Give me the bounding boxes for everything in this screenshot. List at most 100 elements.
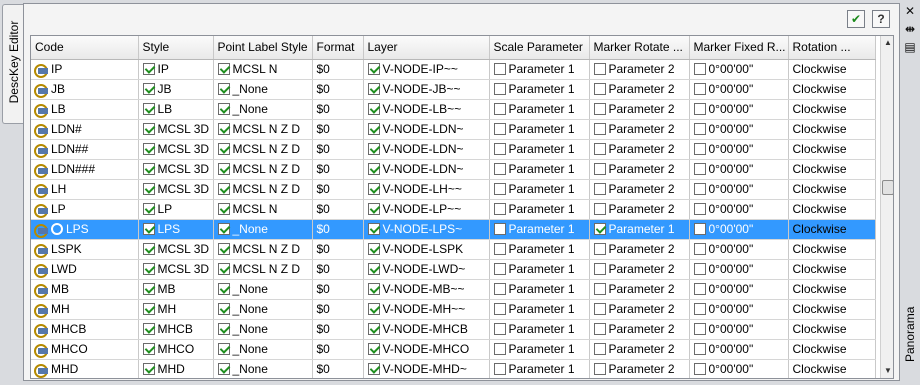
marker-fixed-rotation-cell[interactable]: 0°00'00" (689, 219, 789, 240)
format-cell[interactable]: $0 (312, 279, 364, 300)
checkbox[interactable] (693, 123, 706, 135)
marker-rotate-cell[interactable]: Parameter 2 (589, 139, 690, 160)
rotation-direction-cell[interactable]: Clockwise (788, 279, 876, 300)
checkbox[interactable] (367, 163, 380, 175)
layer-cell[interactable]: V-NODE-IP~~ (363, 59, 490, 80)
format-cell[interactable]: $0 (312, 119, 364, 140)
properties-icon[interactable]: ▤ (902, 40, 918, 54)
format-cell[interactable]: $0 (312, 199, 364, 220)
scale-parameter-cell[interactable]: Parameter 1 (489, 259, 590, 280)
checkbox[interactable] (217, 83, 230, 95)
table-row[interactable]: LP LP MCSL N $0 V-NODE-LP~~ Parameter 1 Parame… (31, 199, 876, 220)
checkbox[interactable] (493, 63, 506, 75)
checkbox[interactable] (142, 203, 155, 215)
scale-parameter-cell[interactable]: Parameter 1 (489, 79, 590, 100)
checkbox[interactable] (217, 223, 230, 235)
style-cell[interactable]: LP (138, 199, 214, 220)
marker-rotate-cell[interactable]: Parameter 2 (589, 79, 690, 100)
style-cell[interactable]: MCSL 3D (138, 119, 214, 140)
layer-cell[interactable]: V-NODE-LDN~ (363, 139, 490, 160)
close-icon[interactable]: ✕ (902, 4, 918, 18)
table-row[interactable]: LDN### MCSL 3D MCSL N Z D $0 V-NODE-LDN~ Para… (31, 159, 876, 180)
checkbox[interactable] (493, 343, 506, 355)
table-row[interactable]: JB JB _None $0 V-NODE-JB~~ Parameter 1 Paramet… (31, 79, 876, 100)
checkbox[interactable] (142, 163, 155, 175)
checkbox[interactable] (593, 223, 606, 235)
table-row[interactable]: MHD MHD _None $0 V-NODE-MHD~ Parameter 1 Param… (31, 359, 876, 378)
checkbox[interactable] (367, 303, 380, 315)
checkbox[interactable] (142, 183, 155, 195)
code-cell[interactable]: LP (31, 199, 139, 220)
checkbox[interactable] (142, 243, 155, 255)
table-row[interactable]: LH MCSL 3D MCSL N Z D $0 V-NODE-LH~~ Paramete… (31, 179, 876, 200)
checkbox[interactable] (593, 203, 606, 215)
format-cell[interactable]: $0 (312, 179, 364, 200)
scroll-up-icon[interactable]: ▲ (881, 36, 893, 50)
layer-cell[interactable]: V-NODE-MH~~ (363, 299, 490, 320)
checkbox[interactable] (693, 283, 706, 295)
checkbox[interactable] (493, 363, 506, 375)
checkbox[interactable] (593, 363, 606, 375)
scale-parameter-cell[interactable]: Parameter 1 (489, 219, 590, 240)
auto-hide-icon[interactable]: ⇹ (902, 22, 918, 36)
checkbox[interactable] (593, 243, 606, 255)
checkbox[interactable] (593, 323, 606, 335)
code-cell[interactable]: MHCB (31, 319, 139, 340)
checkbox[interactable] (142, 323, 155, 335)
checkbox[interactable] (217, 203, 230, 215)
format-cell[interactable]: $0 (312, 299, 364, 320)
code-cell[interactable]: LH (31, 179, 139, 200)
checkbox[interactable] (693, 263, 706, 275)
format-cell[interactable]: $0 (312, 239, 364, 260)
format-cell[interactable]: $0 (312, 339, 364, 360)
layer-cell[interactable]: V-NODE-MB~~ (363, 279, 490, 300)
code-cell[interactable]: LB (31, 99, 139, 120)
checkbox[interactable] (593, 83, 606, 95)
checkbox[interactable] (493, 223, 506, 235)
checkbox[interactable] (593, 143, 606, 155)
code-cell[interactable]: MB (31, 279, 139, 300)
point-label-style-cell[interactable]: _None (213, 299, 313, 320)
format-cell[interactable]: $0 (312, 259, 364, 280)
marker-rotate-cell[interactable]: Parameter 2 (589, 239, 690, 260)
marker-rotate-cell[interactable]: Parameter 2 (589, 159, 690, 180)
checkbox[interactable] (217, 123, 230, 135)
style-cell[interactable]: MCSL 3D (138, 159, 214, 180)
checkbox[interactable] (367, 203, 380, 215)
checkbox[interactable] (217, 343, 230, 355)
checkbox[interactable] (693, 183, 706, 195)
checkbox[interactable] (217, 303, 230, 315)
point-label-style-cell[interactable]: MCSL N Z D (213, 159, 313, 180)
table-row[interactable]: LWD MCSL 3D MCSL N Z D $0 V-NODE-LWD~ Paramet… (31, 259, 876, 280)
checkbox[interactable] (217, 283, 230, 295)
checkbox[interactable] (217, 183, 230, 195)
layer-cell[interactable]: V-NODE-MHD~ (363, 359, 490, 378)
checkbox[interactable] (493, 103, 506, 115)
column-header[interactable]: Code (31, 36, 139, 60)
style-cell[interactable]: MHD (138, 359, 214, 378)
point-label-style-cell[interactable]: _None (213, 279, 313, 300)
checkbox[interactable] (142, 143, 155, 155)
rotation-direction-cell[interactable]: Clockwise (788, 99, 876, 120)
checkbox[interactable] (367, 103, 380, 115)
layer-cell[interactable]: V-NODE-LB~~ (363, 99, 490, 120)
marker-fixed-rotation-cell[interactable]: 0°00'00" (689, 159, 789, 180)
layer-cell[interactable]: V-NODE-LPS~ (363, 219, 490, 240)
checkbox[interactable] (367, 123, 380, 135)
format-cell[interactable]: $0 (312, 79, 364, 100)
marker-fixed-rotation-cell[interactable]: 0°00'00" (689, 339, 789, 360)
point-label-style-cell[interactable]: _None (213, 359, 313, 378)
checkbox[interactable] (493, 323, 506, 335)
style-cell[interactable]: MHCO (138, 339, 214, 360)
code-cell[interactable]: JB (31, 79, 139, 100)
checkbox[interactable] (493, 143, 506, 155)
point-label-style-cell[interactable]: _None (213, 339, 313, 360)
checkbox[interactable] (367, 83, 380, 95)
point-label-style-cell[interactable]: MCSL N Z D (213, 179, 313, 200)
rotation-direction-cell[interactable]: Clockwise (788, 259, 876, 280)
tab-desckey-editor[interactable]: DescKey Editor (2, 4, 24, 124)
marker-rotate-cell[interactable]: Parameter 2 (589, 279, 690, 300)
format-cell[interactable]: $0 (312, 319, 364, 340)
style-cell[interactable]: MB (138, 279, 214, 300)
checkbox[interactable] (593, 343, 606, 355)
